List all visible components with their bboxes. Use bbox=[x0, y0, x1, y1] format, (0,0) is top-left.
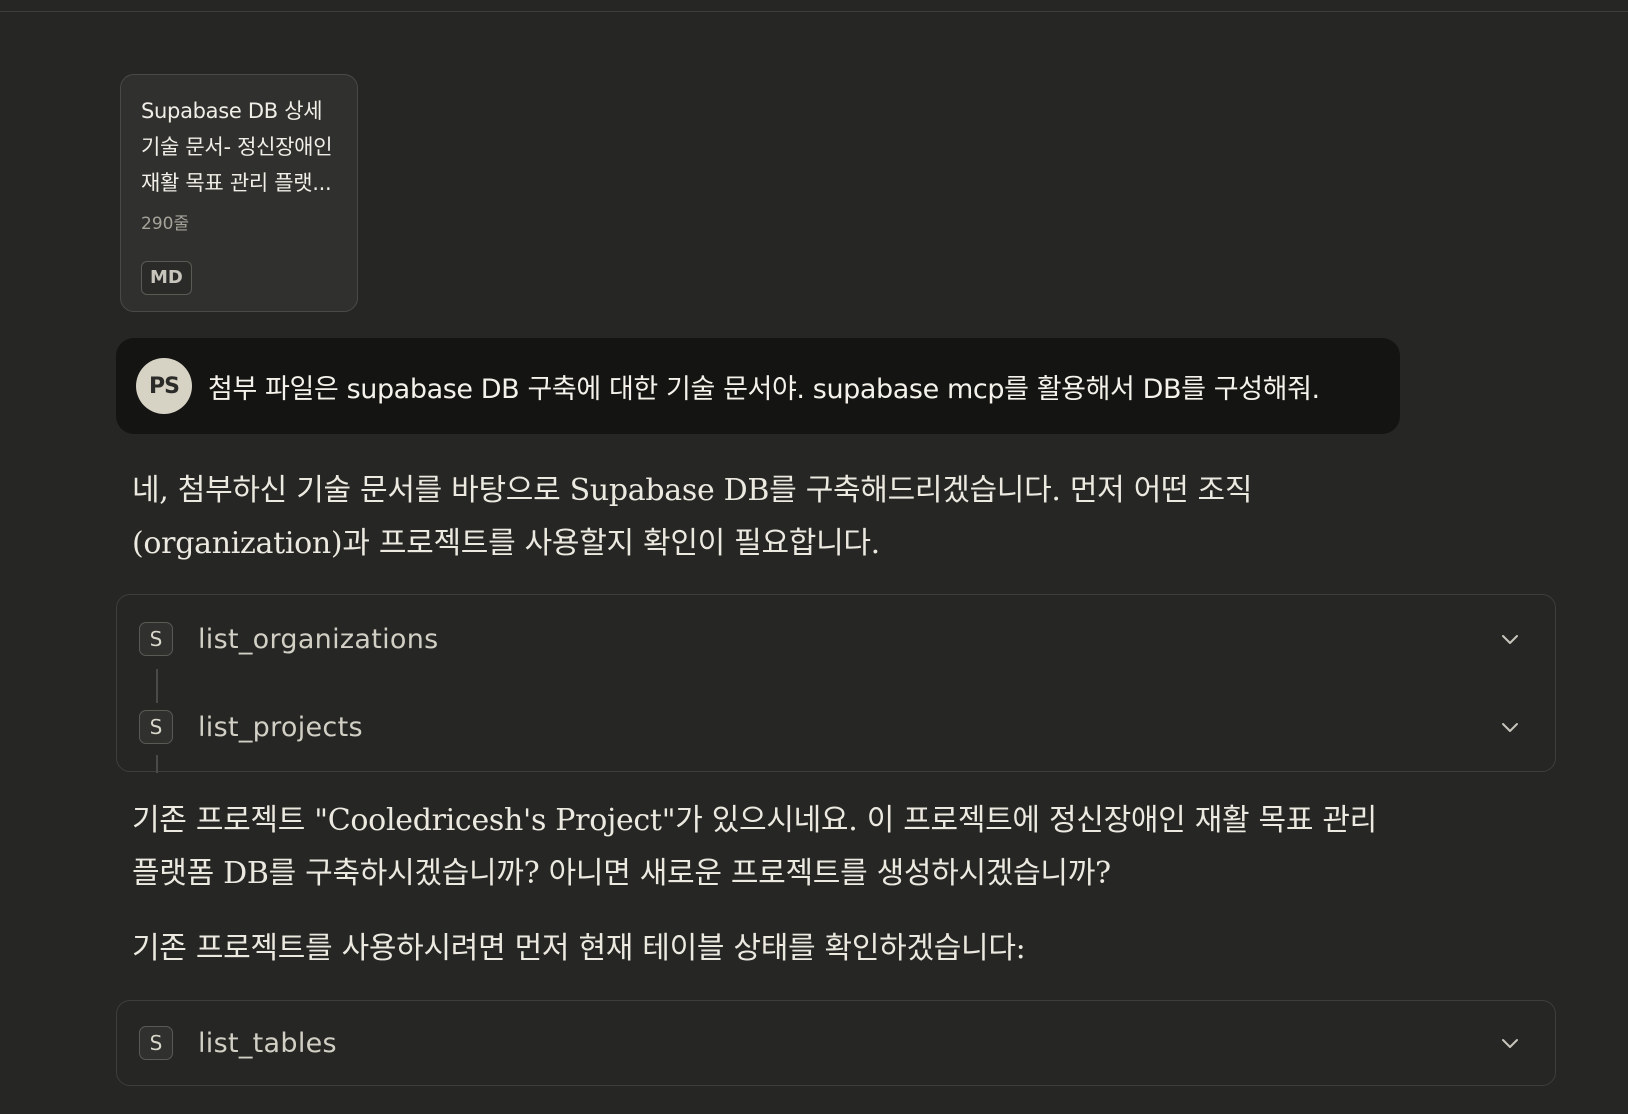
timeline-connector bbox=[156, 755, 158, 773]
supabase-tool-icon: S bbox=[139, 622, 173, 656]
assistant-text-line: 기존 프로젝트를 사용하시려면 먼저 현재 테이블 상태를 확인하겠습니다: bbox=[132, 931, 1026, 966]
assistant-text-line: (organization)과 프로젝트를 사용할지 확인이 필요합니다. bbox=[132, 526, 880, 561]
attachment-title: Supabase DB 상세 기술 문서- 정신장애인 재활 목표 관리 플랫.… bbox=[141, 99, 333, 195]
supabase-tool-icon: S bbox=[139, 1026, 173, 1060]
assistant-text-line: 기존 프로젝트 "Cooledricesh's Project"가 있으시네요.… bbox=[132, 803, 1377, 838]
tool-name: list_projects bbox=[198, 711, 363, 743]
tool-call-list-tables[interactable]: S list_tables bbox=[117, 1013, 1555, 1073]
top-divider bbox=[0, 0, 1628, 12]
user-message: PS 첨부 파일은 supabase DB 구축에 대한 기술 문서야. sup… bbox=[116, 338, 1400, 434]
tool-call-group: S list_organizations S list_projects bbox=[116, 594, 1556, 773]
assistant-paragraph-2: 기존 프로젝트 "Cooledricesh's Project"가 있으시네요.… bbox=[132, 794, 1377, 900]
chevron-down-icon[interactable] bbox=[1499, 628, 1521, 650]
assistant-text-line: 플랫폼 DB를 구축하시겠습니까? 아니면 새로운 프로젝트를 생성하시겠습니까… bbox=[132, 856, 1111, 891]
file-type-badge: MD bbox=[141, 261, 192, 295]
tool-name: list_organizations bbox=[198, 623, 439, 655]
tool-call-list-projects[interactable]: S list_projects bbox=[117, 697, 1555, 757]
avatar[interactable]: PS bbox=[136, 358, 192, 414]
tool-call-group: S list_tables bbox=[116, 1000, 1556, 1086]
chevron-down-icon[interactable] bbox=[1499, 716, 1521, 738]
assistant-paragraph-3: 기존 프로젝트를 사용하시려면 먼저 현재 테이블 상태를 확인하겠습니다: bbox=[132, 922, 1026, 975]
supabase-tool-icon: S bbox=[139, 710, 173, 744]
tool-name: list_tables bbox=[198, 1027, 337, 1059]
chevron-down-icon[interactable] bbox=[1499, 1032, 1521, 1054]
tool-call-list-organizations[interactable]: S list_organizations bbox=[117, 609, 1555, 669]
attachment-card[interactable]: Supabase DB 상세 기술 문서- 정신장애인 재활 목표 관리 플랫.… bbox=[120, 74, 358, 312]
user-message-text: 첨부 파일은 supabase DB 구축에 대한 기술 문서야. supaba… bbox=[208, 373, 1320, 405]
assistant-paragraph-1: 네, 첨부하신 기술 문서를 바탕으로 Supabase DB를 구축해드리겠습… bbox=[132, 464, 1252, 570]
attachment-line-count: 290줄 bbox=[141, 214, 190, 234]
assistant-text-line: 네, 첨부하신 기술 문서를 바탕으로 Supabase DB를 구축해드리겠습… bbox=[132, 473, 1253, 508]
